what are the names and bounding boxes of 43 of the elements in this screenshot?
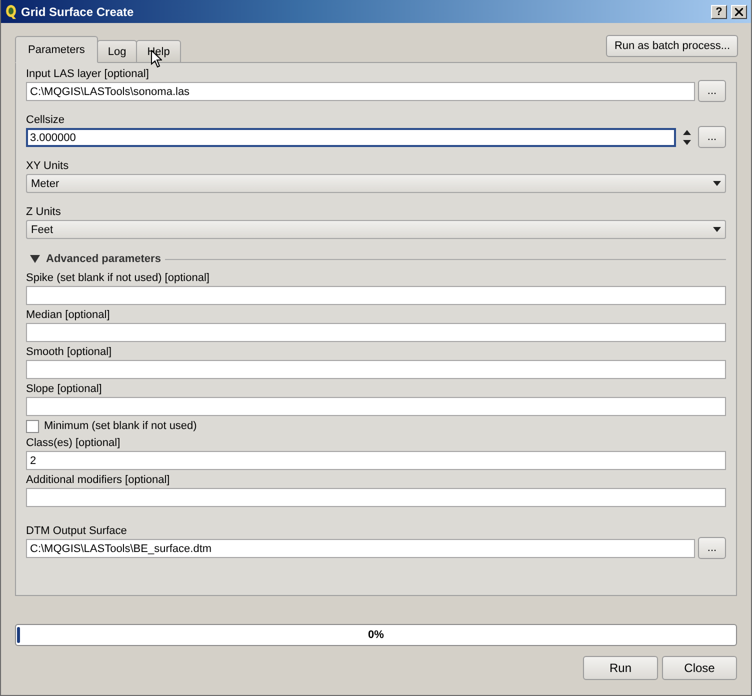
help-button[interactable]: ? (711, 4, 727, 18)
field-label: Slope [optional] (26, 382, 102, 396)
field-label: Median [optional] (26, 308, 110, 322)
close-button[interactable] (731, 4, 747, 18)
field-label: Class(es) [optional] (26, 436, 120, 450)
browse-button[interactable]: ... (698, 126, 726, 148)
path-field[interactable]: C:\MQGIS\LASTools\BE_surface.dtm (26, 539, 695, 558)
field-label: Spike (set blank if not used) [optional] (26, 271, 210, 285)
section-toggle[interactable]: Advanced parameters (26, 253, 161, 265)
field-label: Additional modifiers [optional] (26, 473, 170, 487)
dropdown[interactable]: Meter (26, 174, 726, 193)
dialog-button[interactable]: Run (583, 656, 658, 680)
progress-reading: 0% (368, 629, 384, 641)
tab[interactable]: Parameters (15, 36, 98, 63)
window-title: Grid Surface Create (21, 4, 135, 18)
close-icon (735, 8, 743, 16)
field-label: Input LAS layer [optional] (26, 67, 149, 81)
field-label: XY Units (26, 159, 69, 173)
down-arrow-icon[interactable] (683, 140, 691, 145)
field-label: DTM Output Surface (26, 524, 127, 538)
text-field[interactable] (26, 323, 726, 342)
tab[interactable]: Log (96, 40, 138, 63)
browse-button[interactable]: ... (698, 537, 726, 559)
number-field[interactable]: 3.000000 (26, 128, 676, 147)
app-logo-icon (5, 4, 17, 18)
browse-button[interactable]: ... (698, 80, 726, 102)
text-field[interactable] (26, 360, 726, 379)
text-field[interactable] (26, 397, 726, 416)
dropdown[interactable]: Feet (26, 220, 726, 239)
down-arrow-icon[interactable] (713, 181, 721, 186)
checkbox[interactable] (26, 420, 39, 432)
batch-process-button[interactable]: Run as batch process... (606, 35, 738, 57)
text-field[interactable] (26, 488, 726, 507)
checkbox-label: Minimum (set blank if not used) (44, 419, 197, 433)
field-label: Cellsize (26, 113, 65, 127)
field-label: Smooth [optional] (26, 345, 112, 359)
text-field[interactable]: 2 (26, 451, 726, 470)
field-label: Z Units (26, 205, 61, 219)
path-field[interactable]: C:\MQGIS\LASTools\sonoma.las (26, 82, 695, 101)
dialog-button[interactable]: Close (662, 656, 737, 680)
up-arrow-icon[interactable] (683, 130, 691, 136)
down-arrow-icon[interactable] (713, 227, 721, 232)
text-field[interactable] (26, 286, 726, 305)
